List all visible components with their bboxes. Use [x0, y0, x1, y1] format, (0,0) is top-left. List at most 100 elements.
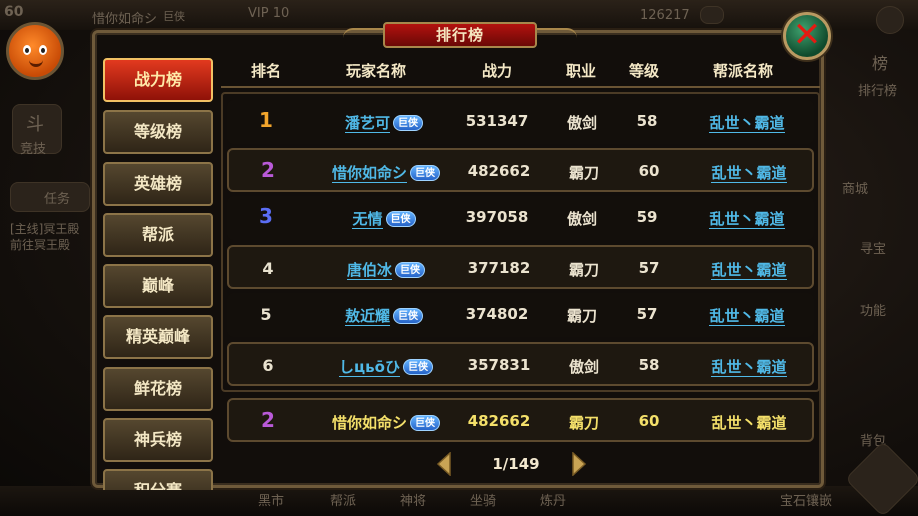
player-name-link[interactable]: 唐伯冰: [346, 261, 392, 280]
bottom-hud-label[interactable]: 坐骑: [470, 490, 496, 509]
quest-line-2: 前往冥王殿: [10, 238, 71, 252]
header-job: 职业: [565, 62, 596, 80]
tab-peak[interactable]: 巅峰: [103, 264, 213, 308]
vip-level: VIP 10: [248, 6, 290, 21]
title-badge: 巨侠: [410, 165, 440, 181]
player-cell: 敖近耀 巨侠: [289, 305, 479, 326]
close-icon: ✕: [792, 15, 822, 55]
add-button[interactable]: [876, 6, 904, 34]
guild-name-link[interactable]: 乱世丶霸道: [709, 210, 785, 229]
player-level: 60: [4, 4, 24, 20]
guild-name-link[interactable]: 乱世丶霸道: [711, 261, 787, 280]
title-badge: 巨侠: [393, 115, 423, 131]
table-row[interactable]: 3 无情 巨侠 397058 傲剑 59 乱世丶霸道: [227, 196, 814, 240]
level-cell: 58: [638, 356, 660, 374]
ranking-panel: 排名 玩家名称 战力 职业 等级 帮派名称 1 潘艺可 巨侠 531347 傲剑 …: [221, 56, 820, 488]
tab-label: 帮派: [141, 225, 174, 244]
add-gold-button[interactable]: [700, 6, 724, 24]
header-power: 战力: [481, 62, 512, 80]
power-cell: 482662: [467, 412, 531, 430]
quest-label: 任务: [44, 192, 71, 207]
own-rank-row[interactable]: 2 惜你如命シ 巨侠 482662 霸刀 60 乱世丶霸道: [227, 398, 814, 442]
player-badge: 巨侠: [163, 10, 185, 23]
tab-points[interactable]: 积分赛: [103, 469, 213, 490]
rank-cell: 4: [262, 259, 274, 278]
tab-flower[interactable]: 鲜花榜: [103, 367, 213, 411]
level-cell: 60: [638, 162, 660, 180]
player-name-link[interactable]: しцьōひ: [339, 358, 400, 377]
power-cell: 531347: [465, 112, 529, 130]
level-cell: 57: [636, 305, 658, 323]
guild-cell: 乱世丶霸道: [687, 305, 807, 326]
job-cell: 霸刀: [568, 261, 599, 279]
avatar-eye-icon: [23, 45, 31, 55]
title-badge: 巨侠: [395, 262, 425, 278]
player-cell: 无情 巨侠: [289, 208, 479, 229]
tab-label: 精英巅峰: [125, 327, 190, 346]
player-name-link[interactable]: 惜你如命シ: [331, 164, 407, 183]
rank-cell: 5: [260, 305, 272, 324]
power-cell: 374802: [465, 305, 529, 323]
level-cell: 59: [636, 208, 658, 226]
guild-name-link[interactable]: 乱世丶霸道: [711, 358, 787, 377]
table-row[interactable]: 5 敖近耀 巨侠 374802 霸刀 57 乱世丶霸道: [227, 293, 814, 337]
title-badge: 巨侠: [410, 415, 440, 431]
job-cell: 霸刀: [568, 414, 599, 432]
guild-name-link[interactable]: 乱世丶霸道: [711, 164, 787, 183]
close-button[interactable]: ✕: [783, 12, 831, 60]
shop-hud-label[interactable]: 商城: [842, 178, 868, 197]
player-cell: 潘艺可 巨侠: [289, 112, 479, 133]
tab-label: 积分赛: [134, 481, 182, 490]
guild-cell: 乱世丶霸道: [689, 259, 809, 280]
gold-amount: 126217: [640, 8, 690, 23]
table-row[interactable]: 2 惜你如命シ 巨侠 482662 霸刀 60 乱世丶霸道: [227, 148, 814, 192]
bottom-hud-label[interactable]: 黑市: [258, 490, 284, 509]
tab-label: 巅峰: [141, 276, 174, 295]
bottom-hud-label[interactable]: 帮派: [330, 490, 356, 509]
player-name-link[interactable]: 敖近耀: [344, 307, 390, 326]
player-name: 惜你如命シ: [92, 12, 158, 27]
player-name-link[interactable]: 潘艺可: [344, 114, 390, 133]
guild-name-link[interactable]: 乱世丶霸道: [709, 114, 785, 133]
function-hud-label[interactable]: 功能: [860, 300, 886, 319]
treasure-hud-label[interactable]: 寻宝: [860, 238, 886, 257]
rank-cell: 3: [259, 204, 273, 228]
table-row[interactable]: 6 しцьōひ 巨侠 357831 傲剑 58 乱世丶霸道: [227, 342, 814, 386]
power-cell: 397058: [465, 208, 529, 226]
header-rank: 排名: [250, 62, 281, 80]
next-page-button[interactable]: [571, 451, 587, 477]
prev-page-button[interactable]: [436, 451, 452, 477]
power-cell: 357831: [467, 356, 531, 374]
guild-name-link[interactable]: 乱世丶霸道: [709, 307, 785, 326]
tab-level[interactable]: 等级榜: [103, 110, 213, 154]
ranking-tabs: 战力榜 等级榜 英雄榜 帮派 巅峰 精英巅峰 鲜花榜 神兵榜 积分赛: [101, 56, 214, 490]
job-cell: 霸刀: [568, 164, 599, 182]
arena-label: 竞技: [20, 142, 47, 157]
tab-hero[interactable]: 英雄榜: [103, 162, 213, 206]
bottom-hud-label[interactable]: 炼丹: [540, 490, 566, 509]
bottom-hud-label[interactable]: 宝石镶嵌: [780, 490, 832, 509]
player-cell: しцьōひ 巨侠: [291, 356, 481, 377]
table-row[interactable]: 1 潘艺可 巨侠 531347 傲剑 58 乱世丶霸道: [227, 100, 814, 144]
power-cell: 377182: [467, 259, 531, 277]
job-cell: 霸刀: [566, 307, 597, 325]
table-header: 排名 玩家名称 战力 职业 等级 帮派名称: [221, 56, 820, 88]
header-level: 等级: [628, 62, 659, 80]
tab-elite-peak[interactable]: 精英巅峰: [103, 315, 213, 359]
tab-power[interactable]: 战力榜: [103, 58, 213, 102]
header-guild: 帮派名称: [712, 62, 773, 80]
tab-label: 神兵榜: [133, 430, 182, 449]
tab-guild[interactable]: 帮派: [103, 213, 213, 257]
dialog-title: 排行榜: [383, 22, 537, 48]
guild-cell: 乱世丶霸道: [687, 112, 807, 133]
ranking-hud-label[interactable]: 排行榜: [858, 80, 897, 99]
player-avatar[interactable]: [6, 22, 64, 80]
player-name-link[interactable]: 无情: [352, 210, 383, 229]
table-row[interactable]: 4 唐伯冰 巨侠 377182 霸刀 57 乱世丶霸道: [227, 245, 814, 289]
tab-weapon[interactable]: 神兵榜: [103, 418, 213, 462]
title-badge: 巨侠: [385, 211, 416, 227]
tab-label: 等级榜: [133, 122, 182, 141]
job-cell: 傲剑: [566, 114, 597, 132]
bottom-hud-label[interactable]: 神将: [400, 490, 426, 509]
player-cell: 唐伯冰 巨侠: [291, 259, 481, 280]
